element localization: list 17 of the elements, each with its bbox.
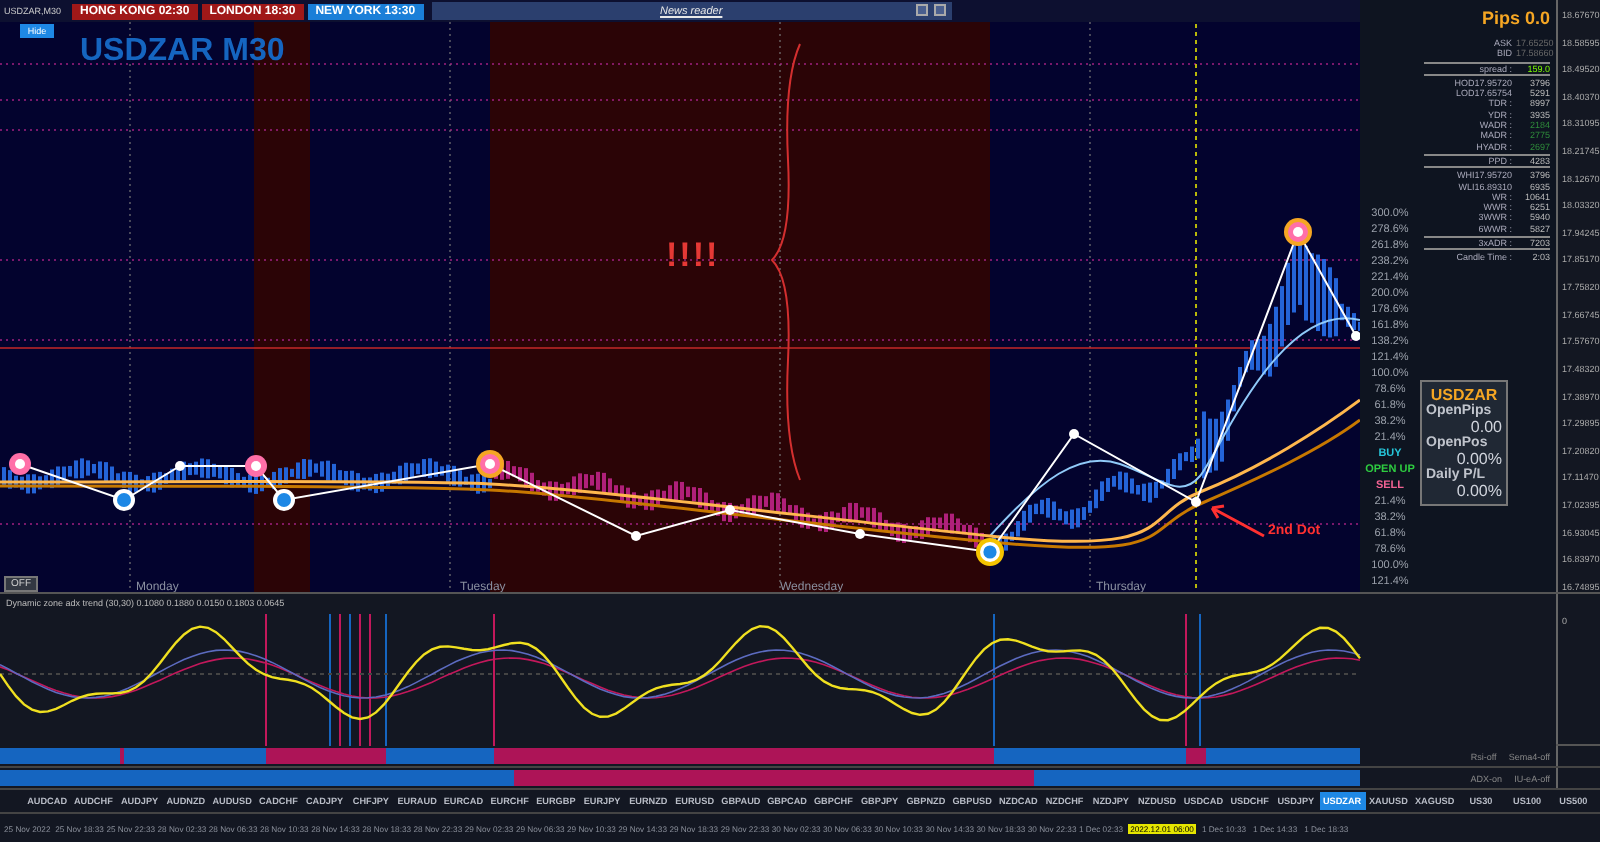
signal-dot — [245, 455, 267, 477]
alert-text: !!!! — [666, 236, 720, 276]
account-value: 0.00% — [1456, 449, 1502, 468]
chart-title: USDZAR M30 — [80, 34, 285, 70]
account-value: 0.00 — [1470, 417, 1502, 436]
account-title: USDZAR — [1430, 385, 1498, 404]
account-value: 0.00% — [1456, 481, 1502, 500]
window-button[interactable] — [933, 4, 946, 16]
pips-value: Pips 0.0 — [1479, 8, 1550, 28]
signal-dot — [476, 450, 504, 478]
signal-dot — [113, 489, 135, 511]
signal-dot — [976, 538, 1004, 566]
collapse-button[interactable] — [915, 4, 928, 16]
arrow-icon — [1210, 504, 1266, 538]
signal-dot — [273, 489, 295, 511]
signal-dot — [1284, 218, 1312, 246]
signal-dot — [9, 453, 31, 475]
